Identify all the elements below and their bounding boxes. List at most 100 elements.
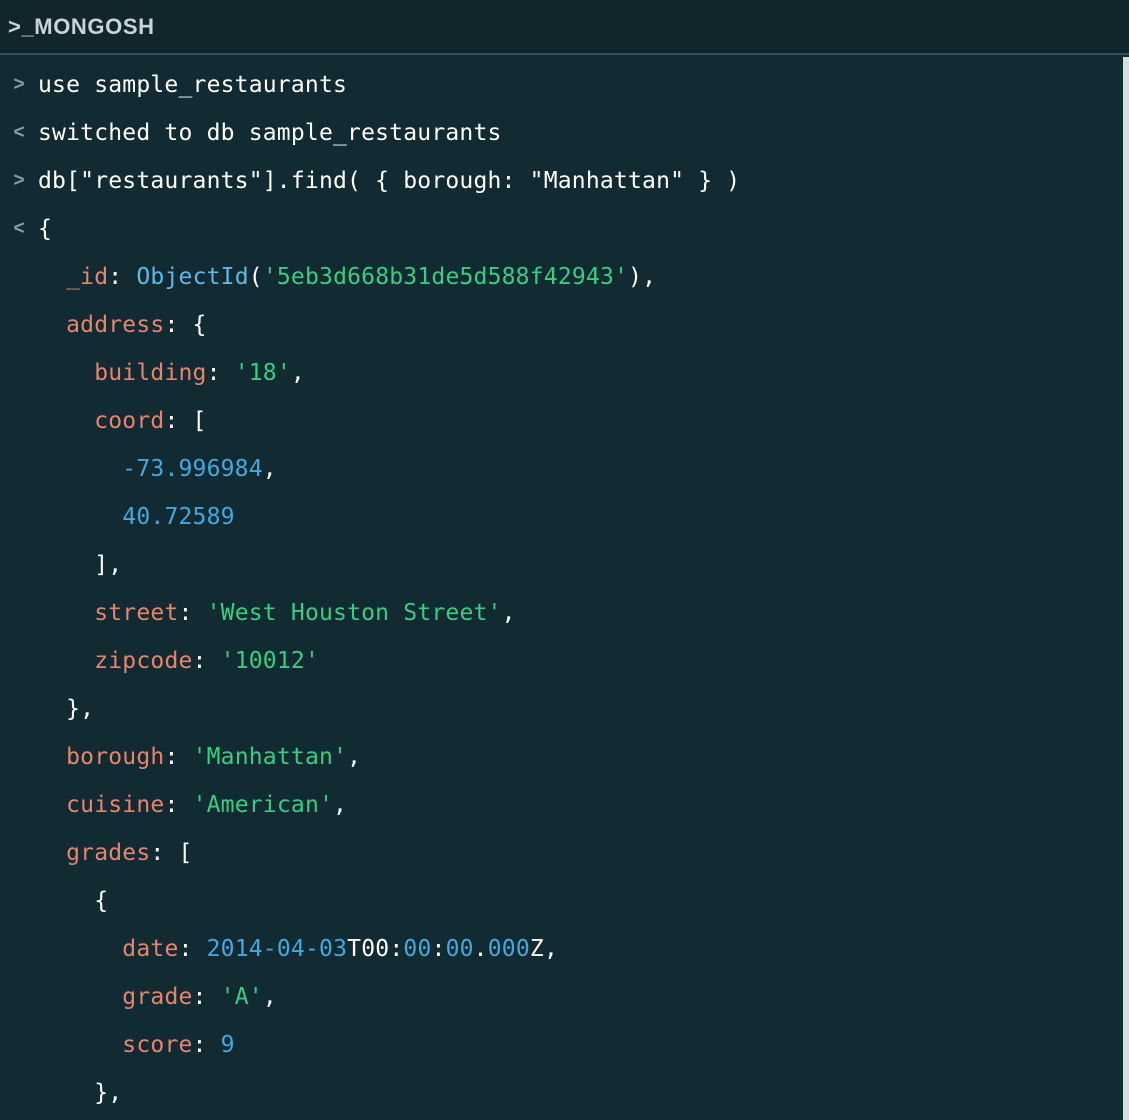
token-punct: ,: [262, 456, 277, 482]
console-line: },: [0, 685, 1129, 733]
console-line-text: date: 2014-04-03T00:00:00.000Z,: [38, 925, 558, 973]
token-key: cuisine: [66, 792, 165, 818]
console-line-text: -73.996984,: [38, 445, 277, 493]
token-string: 'A': [220, 984, 263, 1010]
console-line-text: score: 9: [38, 1021, 235, 1069]
console-line: borough: 'Manhattan',: [0, 733, 1129, 781]
token-key: zipcode: [94, 648, 193, 674]
token-string: 'Manhattan': [192, 744, 348, 770]
console-line-text: use sample_restaurants: [38, 61, 347, 109]
token-punct: ],: [94, 552, 123, 578]
token-punct: :: [192, 648, 221, 674]
console-line-text: {: [38, 205, 52, 253]
token-key: street: [94, 600, 179, 626]
titlebar: >_MONGOSH: [0, 0, 1129, 55]
console-line-text: grade: 'A',: [38, 973, 277, 1021]
output-chevron-icon: <: [13, 122, 25, 143]
console-output[interactable]: > use sample_restaurants < switched to db s…: [0, 55, 1129, 1117]
console-line: street: 'West Houston Street',: [0, 589, 1129, 637]
token-number: -73.996984: [122, 456, 263, 482]
token-plain: Z,: [529, 936, 558, 962]
token-punct: :: [178, 600, 207, 626]
console-line-text: building: '18',: [38, 349, 305, 397]
token-punct: ,: [262, 984, 277, 1010]
console-line-text: _id: ObjectId('5eb3d668b31de5d588f42943'…: [38, 253, 656, 301]
token-punct: : [: [164, 408, 207, 434]
console-line-text: {: [38, 877, 108, 925]
token-string: 'West Houston Street': [206, 600, 502, 626]
token-key: grade: [122, 984, 193, 1010]
token-punct: ,: [501, 600, 516, 626]
token-key: _id: [66, 264, 109, 290]
token-number: 40.72589: [122, 504, 235, 530]
token-number: -: [262, 936, 277, 962]
token-key: borough: [66, 744, 165, 770]
console-line-text: },: [38, 685, 94, 733]
console-line-text: borough: 'Manhattan',: [38, 733, 361, 781]
output-chevron-icon: <: [13, 218, 25, 239]
console-line: score: 9: [0, 1021, 1129, 1069]
console-line: coord: [: [0, 397, 1129, 445]
token-punct: :: [192, 984, 221, 1010]
token-plain: :: [431, 936, 446, 962]
console-line: _id: ObjectId('5eb3d668b31de5d588f42943'…: [0, 253, 1129, 301]
token-punct: ,: [347, 744, 362, 770]
console-line-text: zipcode: '10012': [38, 637, 319, 685]
token-number: 00: [403, 936, 432, 962]
token-number: 9: [220, 1032, 235, 1058]
token-plain: db["restaurants"].find( { borough: "Manh…: [38, 168, 741, 194]
console-line-text: address: {: [38, 301, 207, 349]
token-punct: : {: [164, 312, 207, 338]
token-string: '5eb3d668b31de5d588f42943': [262, 264, 629, 290]
token-key: grades: [66, 840, 151, 866]
token-punct: :: [206, 360, 235, 386]
token-punct: (: [248, 264, 263, 290]
token-number: 03: [319, 936, 348, 962]
token-punct: ,: [290, 360, 305, 386]
token-string: '18': [234, 360, 291, 386]
token-plain: .: [473, 936, 488, 962]
token-number: 04: [276, 936, 305, 962]
console-line: date: 2014-04-03T00:00:00.000Z,: [0, 925, 1129, 973]
console-line: > db["restaurants"].find( { borough: "Man…: [0, 157, 1129, 205]
token-key: address: [66, 312, 165, 338]
token-punct: :: [192, 1032, 221, 1058]
console-line-text: db["restaurants"].find( { borough: "Manh…: [38, 157, 740, 205]
token-plain: switched to db sample_restaurants: [38, 120, 502, 146]
token-key: coord: [94, 408, 165, 434]
console-line-text: 40.72589: [38, 493, 235, 541]
token-punct: :: [108, 264, 137, 290]
token-func: ObjectId: [136, 264, 249, 290]
console-line-text: grades: [: [38, 829, 193, 877]
token-punct: :: [178, 936, 207, 962]
token-plain: use sample_restaurants: [38, 72, 348, 98]
token-punct: : [: [150, 840, 193, 866]
token-string: 'American': [192, 792, 334, 818]
console-line-text: cuisine: 'American',: [38, 781, 347, 829]
token-number: 2014: [206, 936, 263, 962]
console-line-text: coord: [: [38, 397, 207, 445]
token-key: date: [122, 936, 179, 962]
token-punct: ,: [333, 792, 348, 818]
console-line: ],: [0, 541, 1129, 589]
console-line: 40.72589: [0, 493, 1129, 541]
console-line-text: street: 'West Houston Street',: [38, 589, 516, 637]
console-line: < switched to db sample_restaurants: [0, 109, 1129, 157]
token-number: -: [304, 936, 320, 962]
console-line: address: {: [0, 301, 1129, 349]
